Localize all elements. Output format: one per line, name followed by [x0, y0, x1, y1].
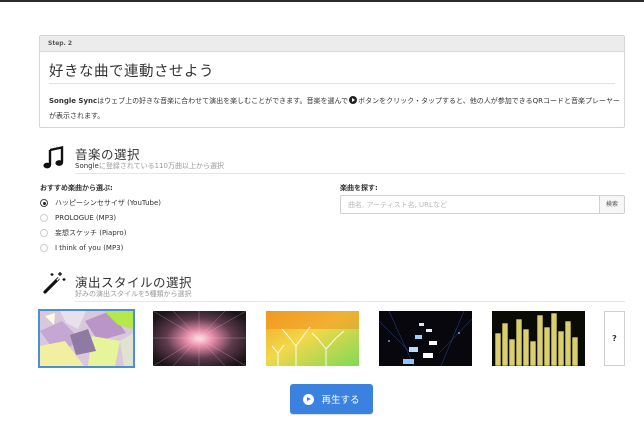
subtitle-brand: Songle — [75, 162, 99, 170]
style-thumbnail-geometric[interactable] — [38, 309, 135, 368]
subtitle-text: に登録されている110万曲以上から選択 — [98, 162, 225, 170]
radio-option-happy-synthesizer[interactable]: ハッピーシンセサイザ (YouTube) — [40, 197, 161, 209]
style-thumbnail-more[interactable]: ? — [604, 311, 625, 366]
radio-option-prologue[interactable]: PROLOGUE (MP3) — [40, 212, 116, 224]
search-button[interactable]: 検索 — [599, 195, 625, 214]
magic-wand-icon — [42, 271, 66, 299]
step-panel: Step. 2 好きな曲で連動させよう Songle Syncはウェブ上の好きな… — [39, 35, 625, 128]
music-note-icon — [42, 146, 66, 174]
music-divider — [75, 173, 625, 174]
music-section-subtitle: Songleに登録されている110万曲以上から選択 — [75, 161, 224, 171]
radio-button[interactable] — [40, 244, 48, 252]
top-border — [0, 0, 644, 2]
step-title: 好きな曲で連動させよう — [49, 64, 214, 80]
radio-label: 妄想スケッチ (Piapro) — [55, 229, 127, 237]
radio-option-mousou-sketch[interactable]: 妄想スケッチ (Piapro) — [40, 227, 126, 239]
play-icon — [349, 96, 358, 104]
radio-label: ハッピーシンセサイザ (YouTube) — [55, 199, 162, 207]
radio-button[interactable] — [40, 214, 48, 222]
description-part1: はウェブ上の好きな音楽に合わせて演出を楽しむことができます。音楽を選んで — [97, 97, 349, 105]
radio-option-i-think-of-you[interactable]: I think of you (MP3) — [40, 242, 123, 254]
style-thumbnail-neon-grid[interactable] — [379, 311, 472, 366]
step-description: Songle Syncはウェブ上の好きな音楽に合わせて演出を楽しむことができます… — [49, 94, 621, 124]
brand-name: Songle Sync — [49, 97, 98, 105]
radio-button[interactable] — [40, 199, 48, 207]
play-button[interactable]: 再生する — [290, 384, 373, 414]
song-search-input[interactable] — [340, 195, 599, 214]
search-label: 楽曲を探す: — [340, 184, 378, 192]
play-icon — [303, 393, 315, 405]
style-section-subtitle: 好みの演出スタイルを5種類から選択 — [75, 290, 192, 298]
style-divider — [75, 301, 625, 302]
style-thumbnail-radial-burst[interactable] — [153, 311, 246, 366]
style-thumbnail-spectrum-bars[interactable] — [492, 311, 585, 366]
style-thumbnail-tree-gradient[interactable] — [266, 311, 359, 366]
recommended-label: おすすめ楽曲から選ぶ: — [40, 184, 113, 192]
radio-label: I think of you (MP3) — [55, 244, 124, 252]
radio-button[interactable] — [40, 229, 48, 237]
step-label: Step. 2 — [40, 36, 624, 52]
play-button-label: 再生する — [321, 395, 360, 406]
divider — [49, 83, 615, 84]
radio-label: PROLOGUE (MP3) — [55, 214, 117, 222]
